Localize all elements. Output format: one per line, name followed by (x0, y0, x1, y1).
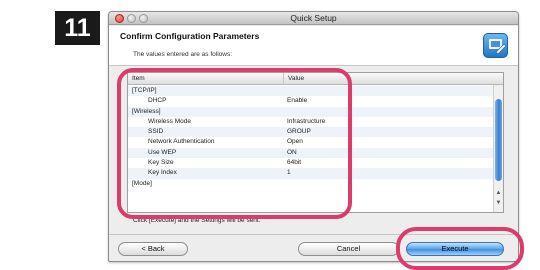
scroll-down-arrow-icon[interactable]: ▼ (494, 199, 503, 208)
row-item-label: SSID (148, 128, 164, 136)
table-scrollbar[interactable]: ▲ ▼ (493, 85, 503, 212)
table-row[interactable]: [Wireless] (128, 106, 494, 117)
parameters-table[interactable]: Item Value [TCP/IP] DHCP Enable [Wireless] W… (127, 72, 504, 213)
column-header-value[interactable]: Value (283, 73, 304, 85)
table-row[interactable]: [TCP/IP] (128, 86, 494, 97)
row-item-label: Network Authentication (148, 138, 215, 146)
window-title: Quick Setup (290, 13, 337, 23)
setup-tool-icon (483, 33, 508, 58)
row-item-label: Wireless Mode (148, 117, 191, 125)
row-value: Enable (287, 97, 308, 105)
step-number-badge: 11 (55, 11, 100, 45)
table-row[interactable]: Network Authentication Open (128, 137, 494, 147)
row-item-label: Key Size (148, 159, 174, 167)
row-value: ON (287, 148, 297, 156)
table-rows: [TCP/IP] DHCP Enable [Wireless] Wireless Mod… (128, 86, 494, 189)
scroll-up-arrow-icon[interactable]: ▲ (494, 189, 503, 198)
row-item-label: [Wireless] (132, 107, 161, 115)
row-value: Open (287, 138, 303, 146)
execute-button[interactable]: Execute (406, 242, 504, 256)
table-row[interactable]: Key Index 1 (128, 168, 494, 179)
instruction-text: Click [Execute] and the Settings will be… (133, 217, 261, 224)
row-item-label: [Mode] (132, 179, 152, 187)
title-bar[interactable]: Quick Setup (109, 12, 518, 25)
row-value: 64bit (287, 159, 302, 167)
table-row[interactable]: Wireless Mode Infrastructure (128, 117, 494, 127)
row-value: 1 (287, 169, 291, 177)
page-subtitle: The values entered are as follows: (133, 51, 232, 58)
row-value: Infrastructure (287, 117, 326, 125)
table-row[interactable]: Key Size 64bit (128, 158, 494, 168)
cancel-button[interactable]: Cancel (298, 242, 399, 256)
row-value: GROUP (287, 128, 311, 136)
scrollbar-thumb[interactable] (495, 99, 502, 181)
row-item-label: DHCP (148, 97, 167, 105)
quick-setup-window: Quick Setup Confirm Configuration Parame… (108, 11, 519, 262)
wizard-header: Confirm Configuration Parameters The val… (109, 26, 518, 66)
table-row[interactable]: [Mode] (128, 179, 494, 189)
divider (109, 234, 518, 235)
back-button[interactable]: < Back (118, 242, 188, 256)
table-row[interactable]: DHCP Enable (128, 96, 494, 106)
page-title: Confirm Configuration Parameters (120, 31, 260, 41)
row-item-label: [TCP/IP] (132, 87, 157, 94)
table-row[interactable]: SSID GROUP (128, 127, 494, 138)
row-item-label: Use WEP (148, 148, 177, 156)
table-row[interactable]: Use WEP ON (128, 147, 494, 159)
row-item-label: Key Index (148, 169, 177, 177)
column-header-item[interactable]: Item (132, 73, 145, 85)
table-header: Item Value (128, 73, 503, 85)
